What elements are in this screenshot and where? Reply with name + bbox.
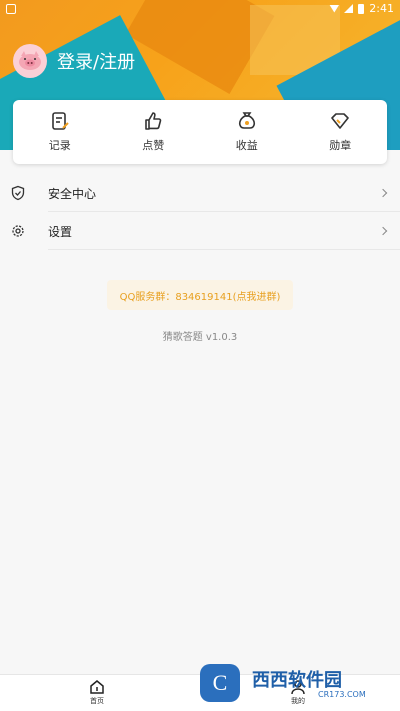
chevron-right-icon bbox=[378, 226, 388, 236]
status-time: 2:41 bbox=[369, 2, 394, 15]
status-bar: 2:41 bbox=[0, 0, 400, 17]
wifi-icon bbox=[329, 4, 340, 13]
tab-home[interactable]: 首页 bbox=[89, 679, 105, 706]
money-bag-icon bbox=[238, 112, 255, 129]
shortcut-label: 勋章 bbox=[329, 139, 352, 152]
gear-icon bbox=[12, 225, 24, 237]
signal-icon bbox=[344, 4, 354, 13]
shortcut-label: 收益 bbox=[235, 139, 258, 152]
home-icon bbox=[90, 680, 104, 694]
shortcut-record[interactable]: 记录 bbox=[13, 100, 107, 164]
notification-icon bbox=[6, 3, 16, 14]
thumbs-up-icon bbox=[145, 112, 162, 130]
divider bbox=[48, 249, 400, 250]
shortcut-label: 记录 bbox=[48, 139, 71, 152]
shortcut-medals[interactable]: 勋章 bbox=[294, 100, 388, 164]
tab-label: 首页 bbox=[90, 697, 104, 705]
qq-group-link[interactable]: QQ服务群：834619141(点我进群) bbox=[107, 280, 293, 310]
shortcut-label: 点赞 bbox=[142, 139, 165, 152]
watermark: C 西西软件园 CR173.COM bbox=[200, 662, 382, 704]
pig-icon bbox=[19, 51, 41, 70]
avatar[interactable] bbox=[13, 44, 47, 78]
shortcut-earnings[interactable]: 收益 bbox=[200, 100, 294, 164]
watermark-url: CR173.COM bbox=[318, 690, 366, 699]
watermark-text: 西西软件园 bbox=[252, 670, 342, 691]
menu-item-security-center[interactable]: 安全中心 bbox=[0, 174, 400, 212]
login-register-link[interactable]: 登录/注册 bbox=[57, 48, 135, 74]
record-icon bbox=[51, 112, 69, 130]
shortcut-card: 记录 点赞 收益 勋章 bbox=[13, 100, 387, 164]
app-version: 猜歌答题 v1.0.3 bbox=[162, 332, 238, 343]
battery-icon bbox=[358, 3, 365, 14]
shortcut-likes[interactable]: 点赞 bbox=[107, 100, 201, 164]
menu-item-label: 设置 bbox=[48, 224, 73, 239]
profile-login[interactable]: 登录/注册 bbox=[13, 44, 135, 78]
watermark-logo: C bbox=[200, 664, 240, 702]
menu-item-label: 安全中心 bbox=[48, 186, 97, 201]
menu-item-settings[interactable]: 设置 bbox=[0, 212, 400, 250]
chevron-right-icon bbox=[378, 188, 388, 198]
shield-icon bbox=[11, 185, 25, 201]
diamond-icon bbox=[331, 113, 350, 129]
settings-menu: 安全中心 设置 bbox=[0, 174, 400, 250]
